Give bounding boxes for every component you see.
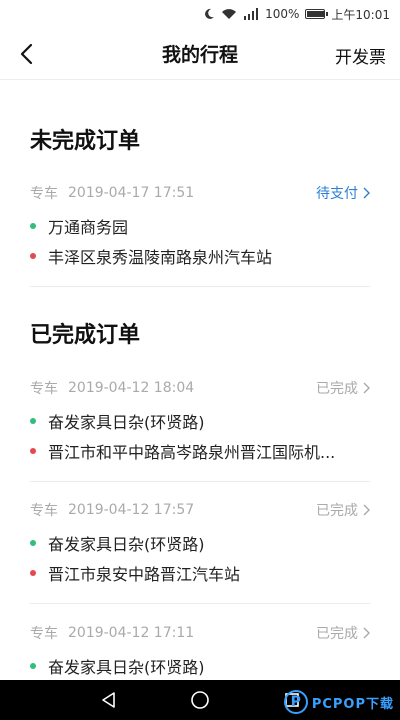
order-time: 2019-04-12 17:57: [68, 502, 195, 518]
order-start: 奋发家具日杂(环贤路): [30, 406, 370, 436]
order-type: 专车: [30, 503, 58, 519]
end-location: 丰泽区泉秀温陵南路泉州汽车站: [48, 248, 273, 267]
chevron-right-icon: [363, 382, 370, 394]
divider: [30, 286, 370, 287]
order-start: 奋发家具日杂(环贤路): [30, 528, 370, 558]
invoice-button[interactable]: 开发票: [335, 43, 386, 68]
start-dot-icon: [30, 540, 36, 546]
battery-percent: 100%: [265, 7, 300, 21]
section-title-unfinished: 未完成订单: [30, 129, 141, 154]
back-button[interactable]: [14, 42, 38, 66]
moon-icon: [203, 8, 215, 20]
order-header: 专车 2019-04-12 18:04 已完成: [30, 376, 370, 400]
chevron-right-icon: [363, 187, 370, 199]
order-type: 专车: [30, 381, 58, 397]
signal-icon: [243, 8, 259, 20]
start-location: 万通商务园: [48, 218, 129, 237]
nav-home-button[interactable]: [188, 688, 212, 712]
start-location: 奋发家具日杂(环贤路): [48, 535, 205, 554]
order-start: 奋发家具日杂(环贤路): [30, 651, 370, 680]
order-status-label: 已完成: [316, 503, 358, 519]
watermark-text: PCPOP下载: [311, 696, 394, 712]
order-header: 专车 2019-04-12 17:57 已完成: [30, 498, 370, 522]
order-end: 晋江市和平中路高岑路泉州晋江国际机...: [30, 436, 370, 466]
order-time: 2019-04-17 17:51: [68, 185, 195, 201]
order-item[interactable]: 专车 2019-04-12 17:11 已完成 奋发家具日杂(环贤路): [30, 621, 370, 680]
order-time: 2019-04-12 18:04: [68, 380, 195, 396]
start-location: 奋发家具日杂(环贤路): [48, 658, 205, 677]
wifi-icon: [221, 8, 237, 20]
order-status-label: 已完成: [316, 626, 358, 642]
order-time: 2019-04-12 17:11: [68, 625, 195, 641]
end-dot-icon: [30, 448, 36, 454]
circle-home-icon: [191, 691, 209, 709]
end-location: 晋江市泉安中路晋江汽车站: [48, 565, 241, 584]
order-status[interactable]: 已完成: [316, 623, 370, 643]
order-end: 丰泽区泉秀温陵南路泉州汽车站: [30, 241, 370, 271]
divider: [30, 603, 370, 604]
watermark: P PCPOP下载: [283, 690, 394, 714]
battery-icon: [305, 9, 329, 19]
order-status[interactable]: 已完成: [316, 500, 370, 520]
watermark-logo: P: [283, 690, 308, 714]
order-item[interactable]: 专车 2019-04-12 17:57 已完成 奋发家具日杂(环贤路) 晋江市泉…: [30, 498, 370, 588]
order-status[interactable]: 已完成: [316, 378, 370, 398]
chevron-left-icon: [20, 43, 33, 65]
chevron-right-icon: [363, 504, 370, 516]
order-type: 专车: [30, 626, 58, 642]
end-location: 晋江市和平中路高岑路泉州晋江国际机...: [48, 443, 336, 462]
start-location: 奋发家具日杂(环贤路): [48, 413, 205, 432]
start-dot-icon: [30, 223, 36, 229]
divider: [30, 481, 370, 482]
nav-back-button[interactable]: [96, 688, 120, 712]
order-type: 专车: [30, 186, 58, 202]
order-status[interactable]: 待支付: [316, 183, 370, 203]
end-dot-icon: [30, 253, 36, 259]
order-start: 万通商务园: [30, 211, 370, 241]
order-item[interactable]: 专车 2019-04-12 18:04 已完成 奋发家具日杂(环贤路) 晋江市和…: [30, 376, 370, 466]
start-dot-icon: [30, 418, 36, 424]
trip-list[interactable]: 未完成订单 专车 2019-04-17 17:51 待支付 万通商务园 丰泽区泉…: [0, 81, 400, 680]
clock: 上午10:01: [331, 7, 390, 22]
section-title-finished: 已完成订单: [30, 323, 141, 348]
system-nav-bar: P PCPOP下载: [0, 680, 400, 720]
page-title: 我的行程: [161, 44, 238, 66]
order-header: 专车 2019-04-12 17:11 已完成: [30, 621, 370, 645]
triangle-back-icon: [102, 692, 115, 708]
chevron-right-icon: [363, 627, 370, 639]
status-bar: 100% 上午10:01: [0, 0, 400, 28]
order-end: 晋江市泉安中路晋江汽车站: [30, 558, 370, 588]
order-status-label: 已完成: [316, 381, 358, 397]
end-dot-icon: [30, 570, 36, 576]
order-item[interactable]: 专车 2019-04-17 17:51 待支付 万通商务园 丰泽区泉秀温陵南路泉…: [30, 181, 370, 271]
nav-bar: 我的行程 开发票: [0, 28, 400, 80]
order-header: 专车 2019-04-17 17:51 待支付: [30, 181, 370, 205]
start-dot-icon: [30, 663, 36, 669]
order-status-label: 待支付: [316, 186, 358, 202]
